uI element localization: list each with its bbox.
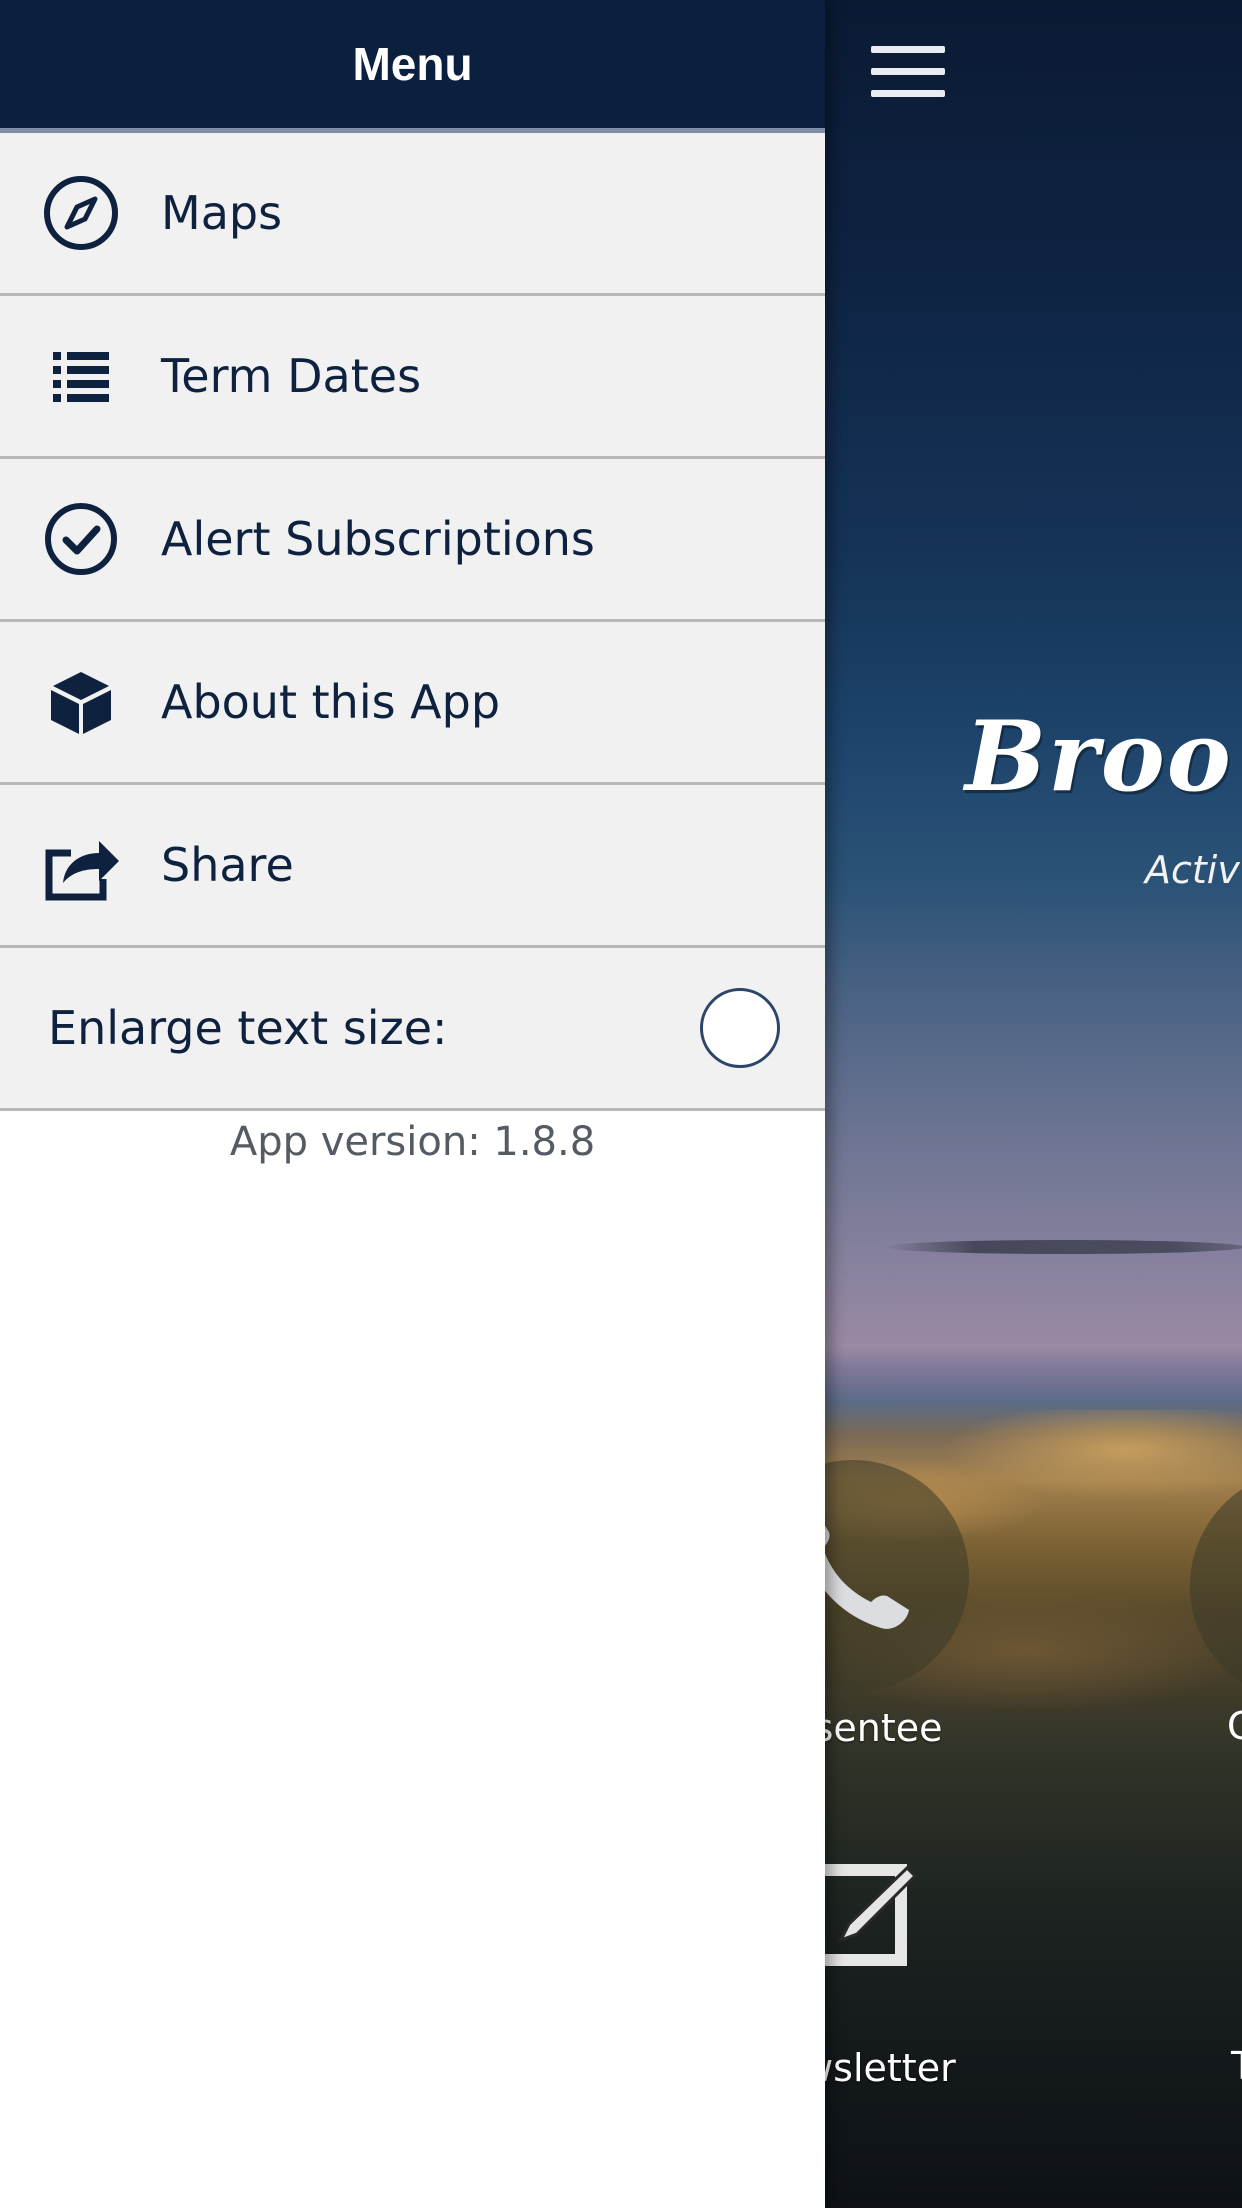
cloud-streak	[885, 1240, 1242, 1254]
menu-item-label: About this App	[161, 675, 501, 729]
menu-item-term-dates[interactable]: Term Dates	[0, 296, 825, 459]
menu-item-alert-subscriptions[interactable]: Alert Subscriptions	[0, 459, 825, 622]
enlarge-text-toggle[interactable]	[700, 988, 780, 1068]
share-icon	[41, 825, 121, 905]
drawer-title: Menu	[352, 38, 473, 90]
menu-item-about[interactable]: About this App	[0, 622, 825, 785]
side-drawer: Menu Maps Term Dates Alert Subscriptions…	[0, 0, 825, 2208]
absentee-circle	[825, 1460, 969, 1692]
newsletter-tile[interactable]: Newsletter	[825, 1800, 1003, 2090]
compass-icon	[41, 173, 121, 253]
absentee-label: Absentee	[825, 1706, 943, 1750]
hamburger-menu-icon[interactable]	[871, 46, 945, 100]
menu-item-label: Maps	[161, 186, 283, 240]
school-tagline: Activ	[1145, 848, 1240, 892]
enlarge-text-row: Enlarge text size:	[0, 948, 825, 1111]
list-icon	[41, 336, 121, 416]
cube-icon	[41, 662, 121, 742]
enlarge-text-label: Enlarge text size:	[48, 1001, 448, 1055]
menu-item-label: Share	[161, 838, 294, 892]
newsletter-circle	[825, 1800, 969, 2032]
check-circle-icon	[41, 499, 121, 579]
absentee-tile[interactable]: Absentee	[825, 1460, 1003, 1750]
school-logo: Broo	[965, 700, 1233, 813]
partial-tile-label: C	[1227, 1704, 1242, 1748]
menu-item-share[interactable]: Share	[0, 785, 825, 948]
partial-tile-circle	[1190, 1470, 1242, 1702]
partial-tile[interactable]	[1190, 1470, 1242, 1702]
app-version: App version: 1.8.8	[229, 1119, 596, 1165]
menu-item-label: Alert Subscriptions	[161, 512, 595, 566]
drawer-header: Menu	[0, 0, 825, 133]
phone-icon	[825, 1525, 909, 1629]
menu-item-label: Term Dates	[161, 349, 422, 403]
partial-tile-label-2: T	[1231, 2044, 1242, 2088]
menu-item-maps[interactable]: Maps	[0, 133, 825, 296]
newsletter-label: Newsletter	[825, 2046, 956, 2090]
home-screen: Broo Activ Absentee Newsletter C T	[825, 0, 1242, 2208]
edit-icon	[825, 1864, 918, 1966]
